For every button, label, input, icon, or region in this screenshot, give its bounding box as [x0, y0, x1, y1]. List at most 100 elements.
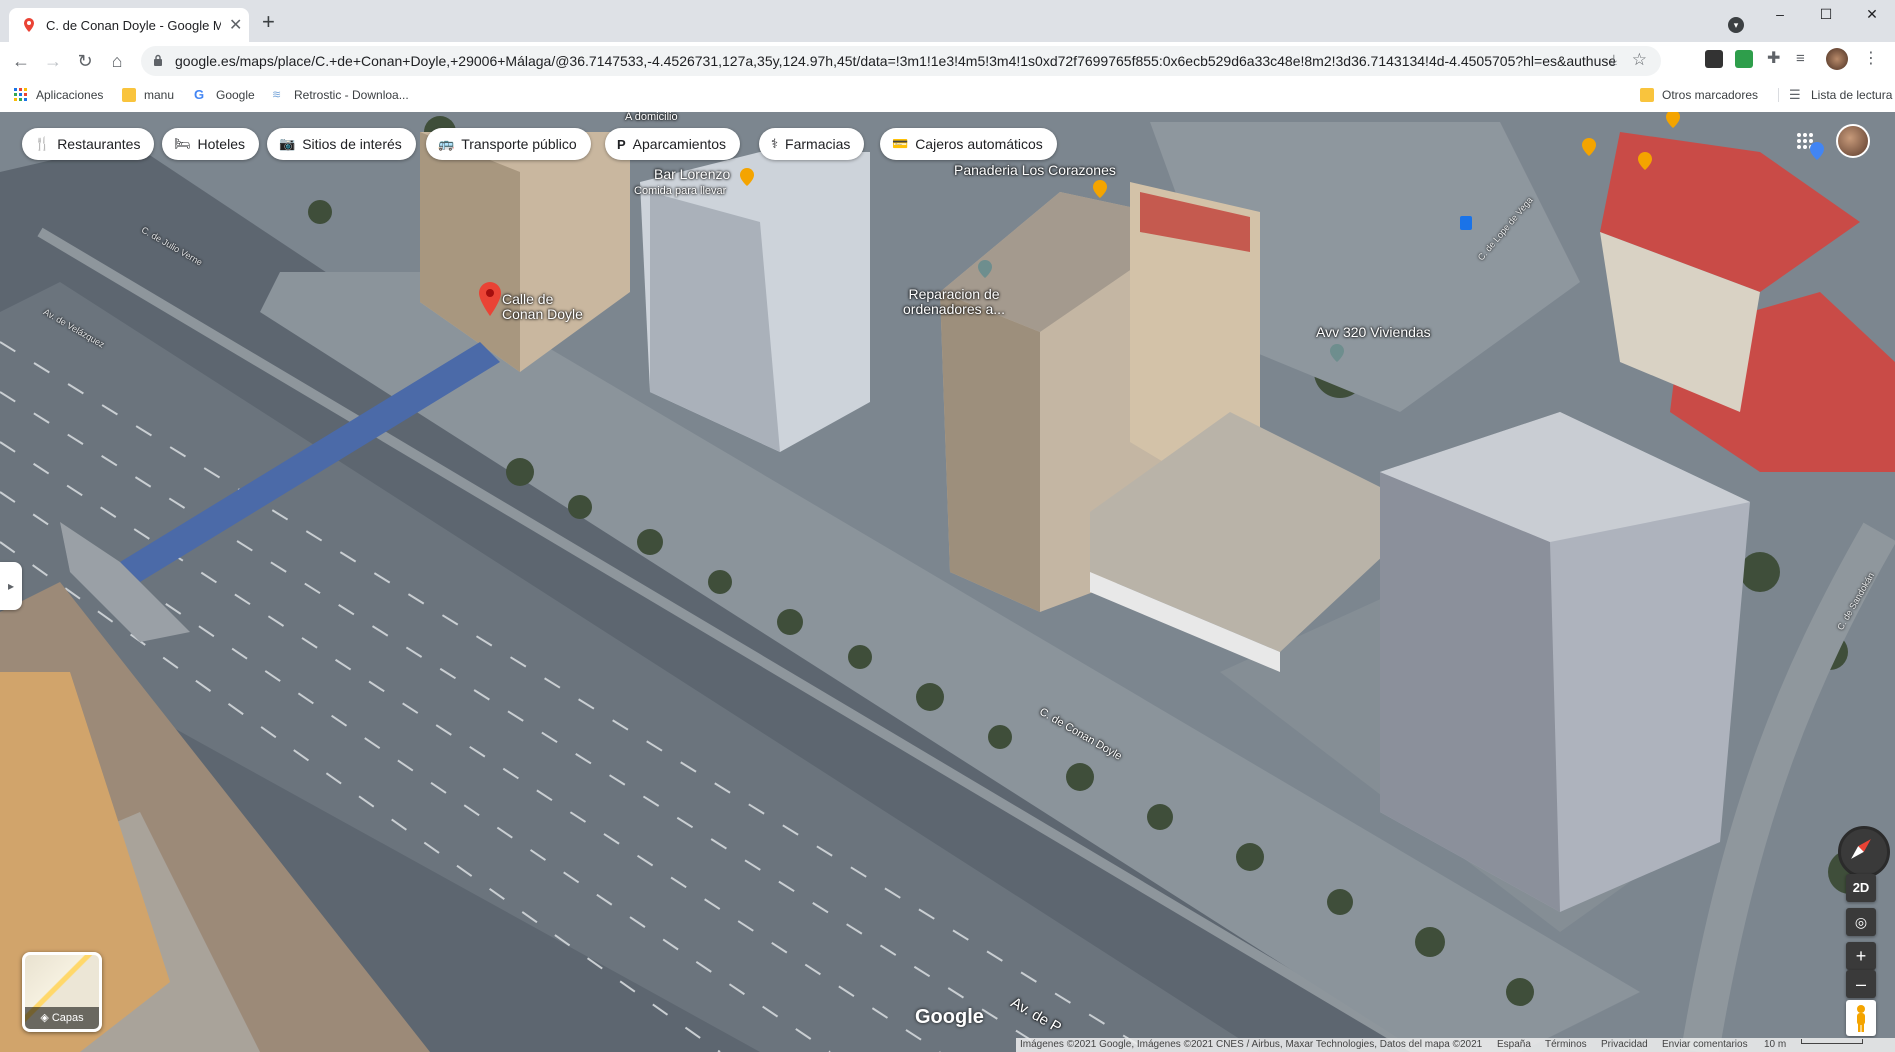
shopping-pin-icon[interactable] [1810, 142, 1824, 160]
bus-stop-icon[interactable] [1460, 216, 1472, 230]
chip-aparcamientos[interactable]: P Aparcamientos [605, 128, 741, 160]
privacy-link[interactable]: Privacidad [1601, 1039, 1648, 1050]
chip-label: Transporte público [461, 136, 577, 152]
reading-list[interactable]: ☰ Lista de lectura [1778, 88, 1892, 102]
panaderia-label[interactable]: Panaderia Los Corazones [954, 163, 1116, 178]
place-label-line: Calle de [502, 291, 554, 307]
folder-icon [122, 88, 136, 102]
layers-button[interactable]: ◈ Capas [22, 952, 102, 1032]
bookmark-label: manu [144, 88, 175, 102]
bookmark-google[interactable]: G Google [194, 87, 255, 103]
place-pin-icon[interactable] [1330, 344, 1344, 362]
scale-label[interactable]: 10 m [1764, 1039, 1786, 1050]
country-link[interactable]: España [1497, 1039, 1531, 1050]
fork-knife-icon: 🍴 [34, 136, 51, 151]
bookmark-star-icon[interactable]: ☆ [1632, 50, 1647, 70]
home-icon[interactable]: ⌂ [106, 50, 128, 72]
satellite-3d-view [0, 112, 1895, 1052]
selected-place-label[interactable]: Calle de Conan Doyle [502, 292, 583, 322]
reparacion-label[interactable]: Reparacion de ordenadores a... [903, 287, 1005, 317]
google-g-icon: G [194, 87, 205, 102]
restaurant-pin-icon[interactable] [740, 168, 754, 186]
place-label-line: Conan Doyle [502, 306, 583, 322]
parking-icon: P [617, 136, 626, 152]
terms-link[interactable]: Términos [1545, 1039, 1587, 1050]
restaurant-pin-icon[interactable] [1638, 152, 1652, 170]
install-icon[interactable]: ⤓ [1611, 51, 1617, 68]
chip-transporte-publico[interactable]: 🚌 Transporte público [426, 128, 591, 160]
bookmark-retrostic[interactable]: ≋ Retrostic - Downloa... [272, 88, 409, 102]
chip-label: Farmacias [785, 136, 851, 152]
bookmark-label: Retrostic - Downloa... [294, 88, 409, 102]
menu-kebab-icon[interactable]: ⋮ [1862, 50, 1880, 68]
folder-icon [1640, 88, 1654, 102]
reload-icon[interactable]: ↻ [74, 50, 96, 72]
map-footer: Imágenes ©2021 Google, Imágenes ©2021 CN… [1016, 1038, 1895, 1052]
tab-strip: C. de Conan Doyle - Google Maps ✕ + ▾ – … [0, 0, 1895, 42]
address-bar[interactable]: google.es/maps/place/C.+de+Conan+Doyle,+… [141, 46, 1661, 76]
camera-icon: 📷 [279, 136, 296, 151]
layers-label-text: Capas [51, 1012, 84, 1024]
restaurant-pin-icon[interactable] [1666, 112, 1680, 128]
bookmark-label: Otros marcadores [1662, 88, 1759, 102]
google-logo: Google [915, 1006, 984, 1028]
scale-bar [1801, 1039, 1863, 1044]
bed-icon: 🛏 [174, 136, 191, 151]
chip-label: Sitios de interés [302, 136, 402, 152]
tab-search-icon[interactable]: ▾ [1728, 17, 1744, 33]
bookmark-manu[interactable]: manu [122, 88, 174, 102]
apps-grid-icon [14, 88, 27, 101]
zoom-out-button[interactable]: – [1846, 970, 1876, 998]
profile-avatar[interactable] [1826, 48, 1848, 70]
view-2d-button[interactable]: 2D [1846, 874, 1876, 902]
chip-label: Restaurantes [57, 136, 141, 152]
browser-toolbar: ← → ↻ ⌂ google.es/maps/place/C.+de+Conan… [0, 42, 1895, 80]
chip-cajeros-automaticos[interactable]: 💳 Cajeros automáticos [880, 128, 1057, 160]
forward-icon[interactable]: → [42, 50, 64, 72]
extension-1-icon[interactable] [1705, 50, 1723, 68]
bookmark-label: Google [216, 88, 255, 102]
url-text: google.es/maps/place/C.+de+Conan+Doyle,+… [175, 53, 1615, 69]
close-tab-icon[interactable]: ✕ [229, 15, 242, 35]
map-canvas[interactable]: 🍴 Restaurantes 🛏 Hoteles 📷 Sitios de interé… [0, 112, 1895, 1052]
extensions-puzzle-icon[interactable]: ✚ [1767, 50, 1785, 68]
layers-label: ◈ Capas [25, 1007, 99, 1029]
place-label-line: ordenadores a... [903, 301, 1005, 317]
reading-list-icon: ☰ [1789, 87, 1801, 102]
zoom-in-button[interactable]: + [1846, 942, 1876, 970]
pegman-icon[interactable] [1846, 1000, 1876, 1036]
new-tab-button[interactable]: + [262, 11, 275, 33]
chip-hoteles[interactable]: 🛏 Hoteles [162, 128, 259, 160]
bookmark-apps[interactable]: Aplicaciones [14, 88, 103, 102]
close-window-button[interactable]: ✕ [1849, 0, 1895, 30]
chip-farmacias[interactable]: ⚕ Farmacias [759, 128, 865, 160]
a-domicilio-label: A domicilio [625, 112, 678, 123]
feedback-link[interactable]: Enviar comentarios [1662, 1039, 1748, 1050]
minimize-button[interactable]: – [1757, 0, 1803, 30]
place-pin-icon[interactable] [978, 260, 992, 278]
place-label-line: Reparacion de [908, 286, 1000, 302]
viviendas-label[interactable]: Avv 320 Viviendas [1316, 325, 1431, 340]
expand-panel-button[interactable]: ▸ [0, 562, 22, 610]
restaurant-pin-icon[interactable] [1582, 138, 1596, 156]
selected-location-pin-icon[interactable] [478, 282, 502, 316]
maximize-button[interactable]: ☐ [1803, 0, 1849, 30]
bookmark-other[interactable]: Otros marcadores [1640, 88, 1758, 102]
account-avatar[interactable] [1836, 124, 1870, 158]
bar-lorenzo-label[interactable]: Bar Lorenzo [654, 167, 730, 182]
attribution-text: Imágenes ©2021 Google, Imágenes ©2021 CN… [1020, 1039, 1483, 1050]
compass-button[interactable] [1838, 826, 1890, 878]
compass-needle-icon [1851, 839, 1871, 859]
chip-sitios-de-interes[interactable]: 📷 Sitios de interés [267, 128, 416, 160]
my-location-icon[interactable]: ◎ [1846, 908, 1876, 936]
bus-icon: 🚌 [438, 136, 455, 151]
pegman-figure [1857, 1005, 1865, 1032]
atm-icon: 💳 [892, 136, 909, 151]
media-control-icon[interactable]: ≡ [1796, 50, 1814, 68]
extension-2-icon[interactable] [1735, 50, 1753, 68]
chip-restaurantes[interactable]: 🍴 Restaurantes [22, 128, 155, 160]
bar-lorenzo-sublabel: Comida para llevar [634, 185, 727, 197]
browser-tab[interactable]: C. de Conan Doyle - Google Maps ✕ [9, 8, 249, 42]
restaurant-pin-icon[interactable] [1093, 180, 1107, 198]
back-icon[interactable]: ← [10, 50, 32, 72]
